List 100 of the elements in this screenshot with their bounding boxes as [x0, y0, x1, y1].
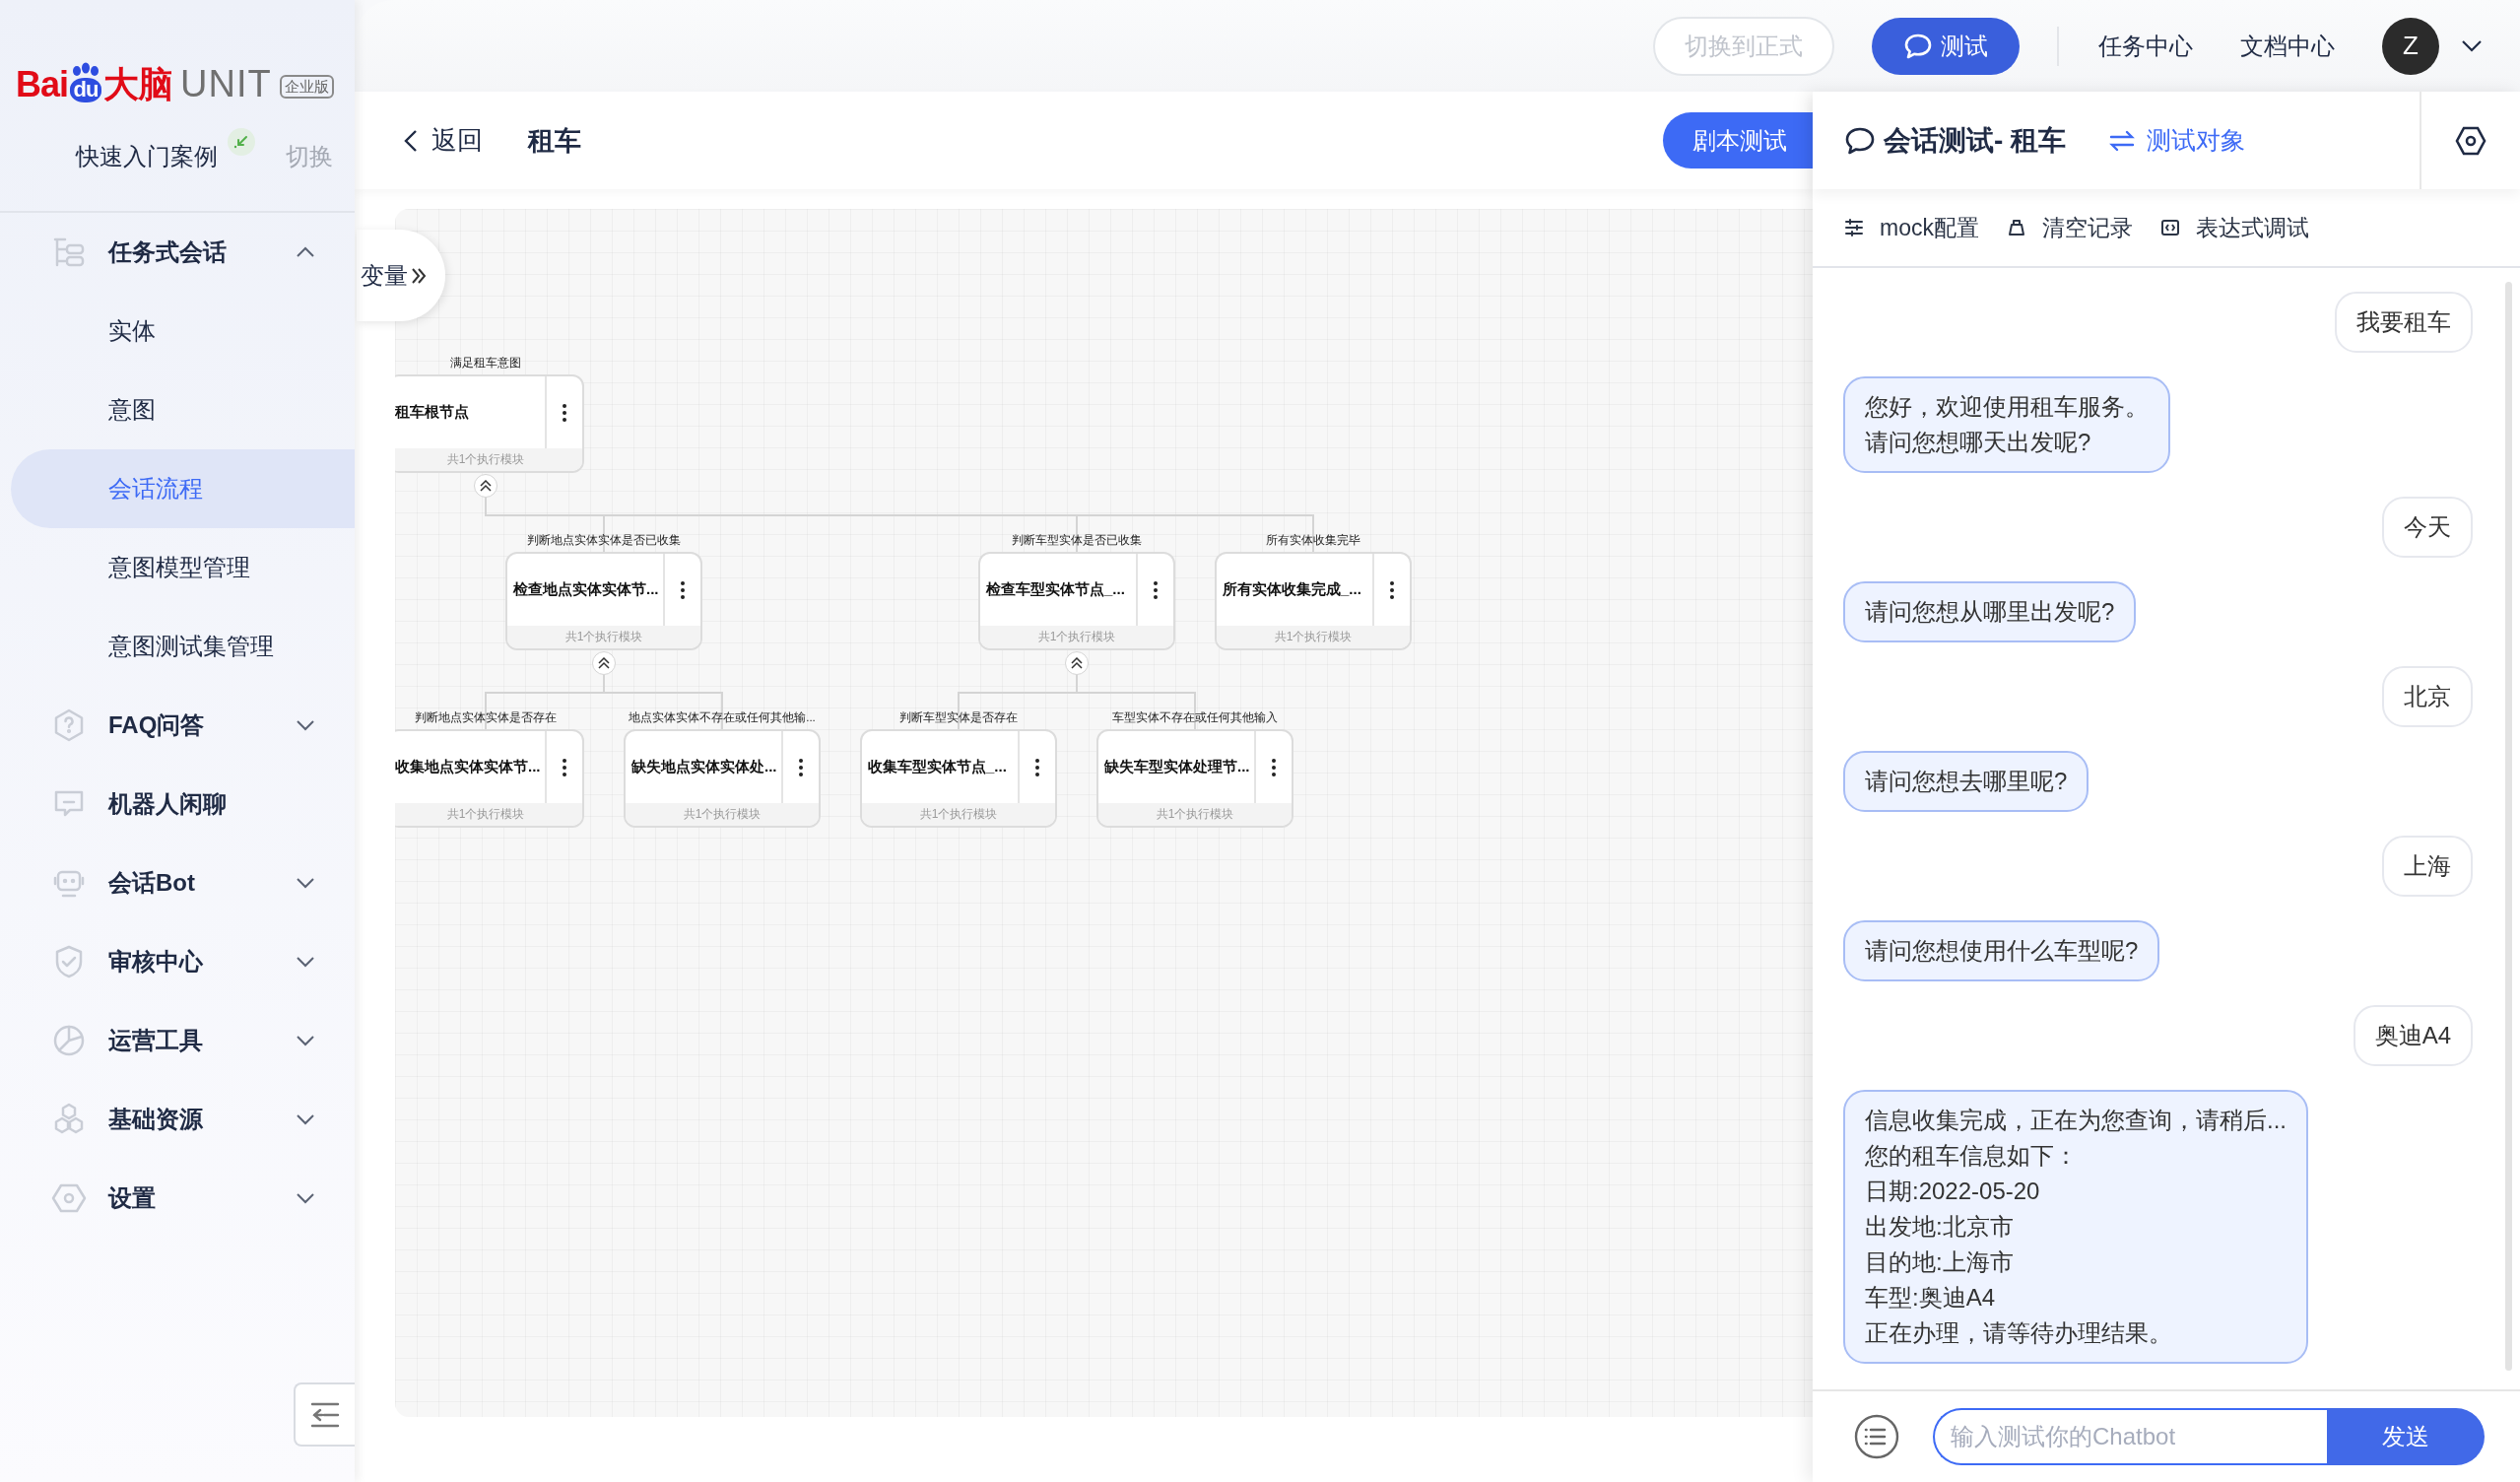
nav-link[interactable]: 文档中心 — [2240, 30, 2335, 62]
flow-node[interactable]: 收集车型实体节点_... 共1个执行模块 — [860, 729, 1057, 828]
message-input[interactable]: 输入测试你的Chatbot — [1933, 1408, 2327, 1465]
node-footer: 共1个执行模块 — [1217, 626, 1410, 648]
menu-item[interactable]: FAQ问答 — [0, 686, 355, 765]
flow-node[interactable]: 检查地点实体实体节... 共1个执行模块 — [505, 552, 702, 650]
menu-label: 会话Bot — [108, 868, 195, 898]
message-line: 上海 — [2404, 851, 2451, 881]
node-footer: 共1个执行模块 — [395, 803, 582, 826]
message-line: 您好，欢迎使用租车服务。 — [1865, 392, 2149, 422]
node-footer: 共1个执行模块 — [1098, 803, 1292, 826]
message-line: 您的租车信息如下： — [1865, 1141, 2079, 1171]
more-icon[interactable] — [1153, 579, 1159, 600]
more-icon[interactable] — [1271, 757, 1277, 777]
menu-item[interactable]: 任务式会话 — [0, 213, 355, 292]
script-test-button[interactable]: 剧本测试 — [1663, 112, 1813, 168]
node-title: 收集车型实体节点_... — [867, 757, 1008, 776]
condition-label: 判断地点实体实体是否存在 — [415, 710, 557, 724]
node-title: 收集地点实体实体节... — [395, 757, 542, 776]
message-line: 日期:2022-05-20 — [1865, 1177, 2041, 1206]
collapse-sidebar-button[interactable] — [294, 1382, 355, 1447]
chat-icon — [1903, 32, 1933, 60]
code-icon — [2159, 218, 2180, 237]
menu-item[interactable]: 审核中心 — [0, 922, 355, 1001]
condition-label: 所有实体收集完毕 — [1266, 533, 1360, 547]
panel-title: 会话测试- 租车 — [1884, 123, 2067, 158]
condition-label: 车型实体不存在或任何其他输入 — [1112, 710, 1278, 724]
collapse-button[interactable] — [592, 651, 616, 675]
user-avatar[interactable]: Z — [2382, 17, 2439, 75]
collapse-icon — [310, 1401, 340, 1428]
more-icon[interactable] — [680, 579, 686, 600]
case-title: 快速入门案例 — [76, 142, 218, 171]
message-line: 请问您想去哪里呢? — [1865, 767, 2068, 796]
menu-item[interactable]: 运营工具 — [0, 1001, 355, 1080]
more-icon[interactable] — [562, 757, 567, 777]
more-icon[interactable] — [1389, 579, 1395, 600]
toolbar-link[interactable]: 表达式调试 — [2195, 212, 2309, 243]
menu-item[interactable]: 会话Bot — [0, 843, 355, 922]
message-line: 今天 — [2404, 512, 2451, 542]
message-line: 目的地:上海市 — [1865, 1247, 2015, 1277]
test-button[interactable]: 测试 — [1872, 17, 2020, 75]
collapse-button[interactable] — [474, 474, 497, 498]
more-icon[interactable] — [1034, 757, 1040, 777]
message-line: 车型:奥迪A4 — [1865, 1283, 1997, 1313]
menu-label: 运营工具 — [108, 1026, 203, 1055]
submenu-item[interactable]: 意图模型管理 — [0, 528, 355, 607]
menu-label: 机器人闲聊 — [108, 789, 227, 819]
message-line: 请问您想从哪里出发呢? — [1865, 597, 2115, 627]
menu-item[interactable]: 设置 — [0, 1159, 355, 1238]
settings-icon[interactable] — [2455, 125, 2487, 156]
page-title: 租车 — [528, 124, 581, 158]
condition-label: 判断车型实体是否已收集 — [1012, 533, 1142, 547]
toolbar-link[interactable]: mock配置 — [1880, 212, 1979, 243]
scrollbar[interactable] — [2505, 282, 2512, 1371]
node-title: 所有实体收集完成_... — [1222, 579, 1362, 599]
flow-node[interactable]: 缺失车型实体处理节... 共1个执行模块 — [1096, 729, 1293, 828]
flow-node[interactable]: 收集地点实体实体节... 共1个执行模块 — [395, 729, 584, 828]
send-button[interactable]: 发送 — [2327, 1408, 2485, 1465]
pie-chart-icon — [51, 1023, 87, 1058]
node-title: 检查车型实体节点_... — [984, 579, 1126, 599]
submenu-item[interactable]: 意图 — [0, 370, 355, 449]
toolbar-link[interactable]: 清空记录 — [2041, 212, 2133, 243]
back-icon[interactable] — [404, 128, 418, 153]
message-line: 奥迪A4 — [2374, 1021, 2451, 1050]
test-target-link[interactable]: 测试对象 — [2147, 124, 2246, 157]
flow-node[interactable]: 所有实体收集完成_... 共1个执行模块 — [1215, 552, 1412, 650]
message-line: 北京 — [2404, 682, 2451, 711]
double-chevron-icon — [598, 657, 610, 669]
node-footer: 共1个执行模块 — [626, 803, 819, 826]
node-title: 缺失车型实体处理节... — [1103, 757, 1251, 776]
sliders-icon — [1844, 218, 1864, 237]
condition-label: 判断地点实体实体是否已收集 — [527, 533, 681, 547]
nav-link[interactable]: 任务中心 — [2098, 30, 2193, 62]
variables-label: 变量 — [361, 260, 408, 291]
double-chevron-icon — [480, 480, 492, 492]
submenu-item[interactable]: 意图测试集管理 — [0, 607, 355, 686]
flow-node[interactable]: 缺失地点实体实体处... 共1个执行模块 — [624, 729, 821, 828]
flow-node[interactable]: 检查车型实体节点_... 共1个执行模块 — [978, 552, 1175, 650]
list-icon[interactable] — [1854, 1414, 1899, 1459]
double-chevron-icon — [1071, 657, 1083, 669]
more-icon[interactable] — [798, 757, 804, 777]
collapse-button[interactable] — [1065, 651, 1089, 675]
menu-item[interactable]: 机器人闲聊 — [0, 765, 355, 843]
flow-node[interactable]: 租车根节点 共1个执行模块 — [395, 374, 584, 473]
menu-label: 审核中心 — [108, 947, 203, 977]
more-icon[interactable] — [562, 402, 567, 423]
menu-item[interactable]: 基础资源 — [0, 1080, 355, 1159]
basket-icon — [2006, 218, 2026, 237]
submenu-item[interactable]: 会话流程 — [11, 449, 355, 528]
back-link[interactable]: 返回 — [431, 123, 483, 158]
brand-logo: Bai du 大脑 — [16, 61, 173, 102]
message-line: 请问您想使用什么车型呢? — [1865, 936, 2139, 966]
variables-tab[interactable]: 变量 — [357, 230, 445, 321]
condition-label: 满足租车意图 — [450, 356, 521, 370]
chat-icon — [1844, 125, 1876, 156]
chevron-down-icon[interactable] — [2461, 38, 2483, 53]
node-footer: 共1个执行模块 — [507, 626, 700, 648]
node-title: 租车根节点 — [395, 402, 470, 422]
message-line: 正在办理，请等待办理结果。 — [1865, 1318, 2173, 1348]
submenu-item[interactable]: 实体 — [0, 292, 355, 370]
